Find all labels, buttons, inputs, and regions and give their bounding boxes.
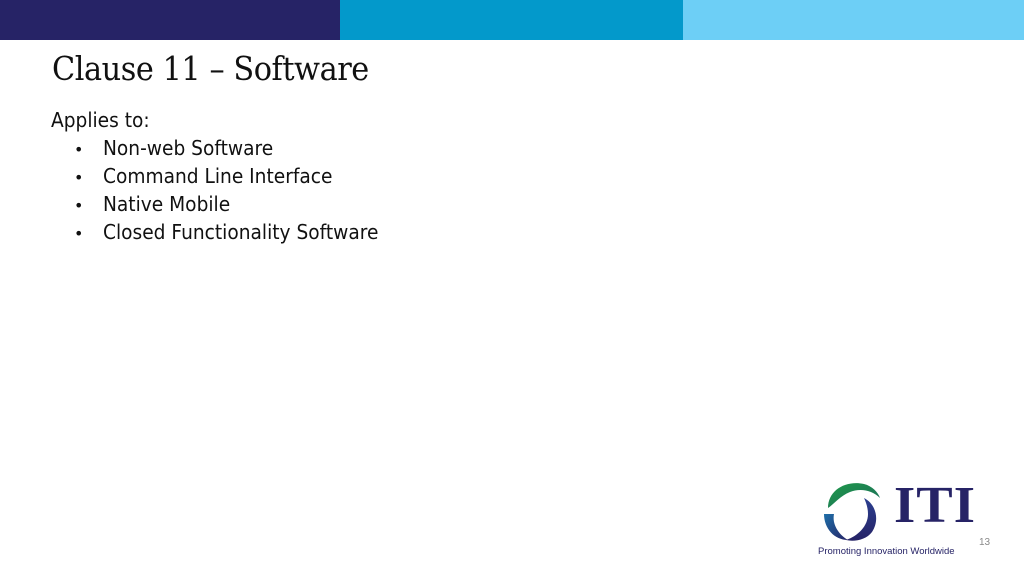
bullet-item: • Native Mobile [74,192,399,220]
iti-logo-icon [824,483,880,541]
bullet-text: Closed Functionality Software [103,220,379,244]
bullet-icon: • [74,168,84,187]
bullet-item: • Command Line Interface [74,164,399,192]
page-number: 13 [979,537,991,548]
bullet-text: Command Line Interface [103,164,333,188]
header-bar-blue [340,0,683,40]
bullet-item: • Non-web Software [74,136,399,164]
bullet-text: Non-web Software [103,136,274,160]
logo-tagline: Promoting Innovation Worldwide [818,546,955,557]
slide-title: Clause 11 – Software [52,49,369,88]
bullet-icon: • [74,196,84,215]
bullet-item: • Closed Functionality Software [74,220,399,248]
header-bar-light-blue [683,0,1024,40]
iti-logo-text: ITI [894,477,977,534]
bullet-list: • Non-web Software • Command Line Interfac… [74,136,399,248]
bullet-text: Native Mobile [103,192,231,216]
header-bar-navy [0,0,340,40]
applies-to-label: Applies to: [51,108,150,132]
bullet-icon: • [74,224,84,243]
bullet-icon: • [74,140,84,159]
